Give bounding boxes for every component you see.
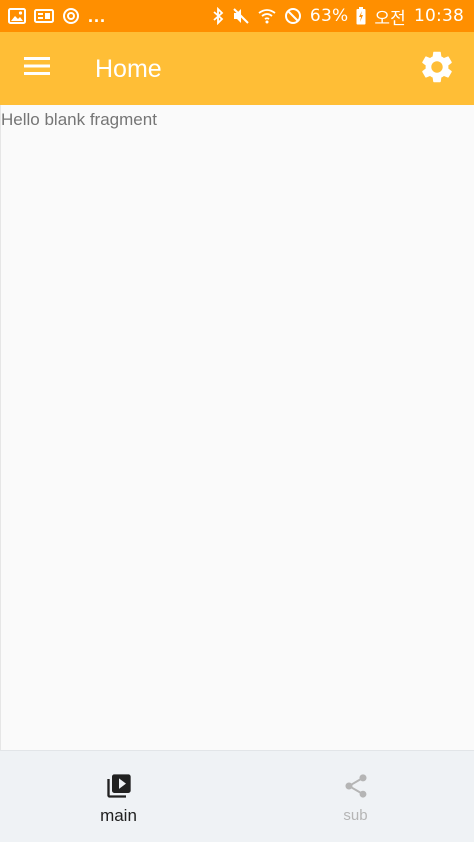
- status-ampm: 오전: [374, 8, 406, 29]
- gallery-app-icon: [34, 8, 54, 24]
- settings-button[interactable]: [416, 48, 458, 90]
- battery-percent: 63%: [309, 6, 349, 26]
- menu-button[interactable]: [20, 54, 54, 82]
- gear-icon: [418, 48, 456, 91]
- mute-icon: [232, 7, 250, 25]
- status-time: 10:38: [414, 6, 464, 26]
- hamburger-menu-icon: [24, 56, 50, 81]
- nav-label-main: main: [100, 806, 137, 825]
- status-overflow: ...: [88, 5, 107, 26]
- status-bar: ... 63% 오전 10:38: [0, 0, 474, 32]
- do-not-disturb-icon: [284, 7, 302, 25]
- bluetooth-icon: [212, 7, 224, 25]
- battery-charging-icon: [356, 7, 366, 25]
- nav-label-sub: sub: [343, 807, 368, 824]
- image-icon: [8, 8, 26, 24]
- wifi-icon: [258, 8, 276, 24]
- nav-item-sub[interactable]: sub: [237, 751, 474, 842]
- status-bar-left: ...: [8, 6, 106, 27]
- fragment-container: Hello blank fragment: [0, 105, 474, 750]
- video-library-icon: [104, 771, 134, 801]
- app-bar: Home: [0, 32, 474, 105]
- share-icon: [341, 771, 371, 801]
- bottom-navigation: main sub: [0, 750, 474, 842]
- sync-icon: [62, 7, 80, 25]
- nav-item-main[interactable]: main: [0, 751, 237, 842]
- status-bar-right: 63% 오전 10:38: [212, 4, 464, 29]
- fragment-text: Hello blank fragment: [1, 110, 157, 129]
- page-title: Home: [95, 55, 162, 83]
